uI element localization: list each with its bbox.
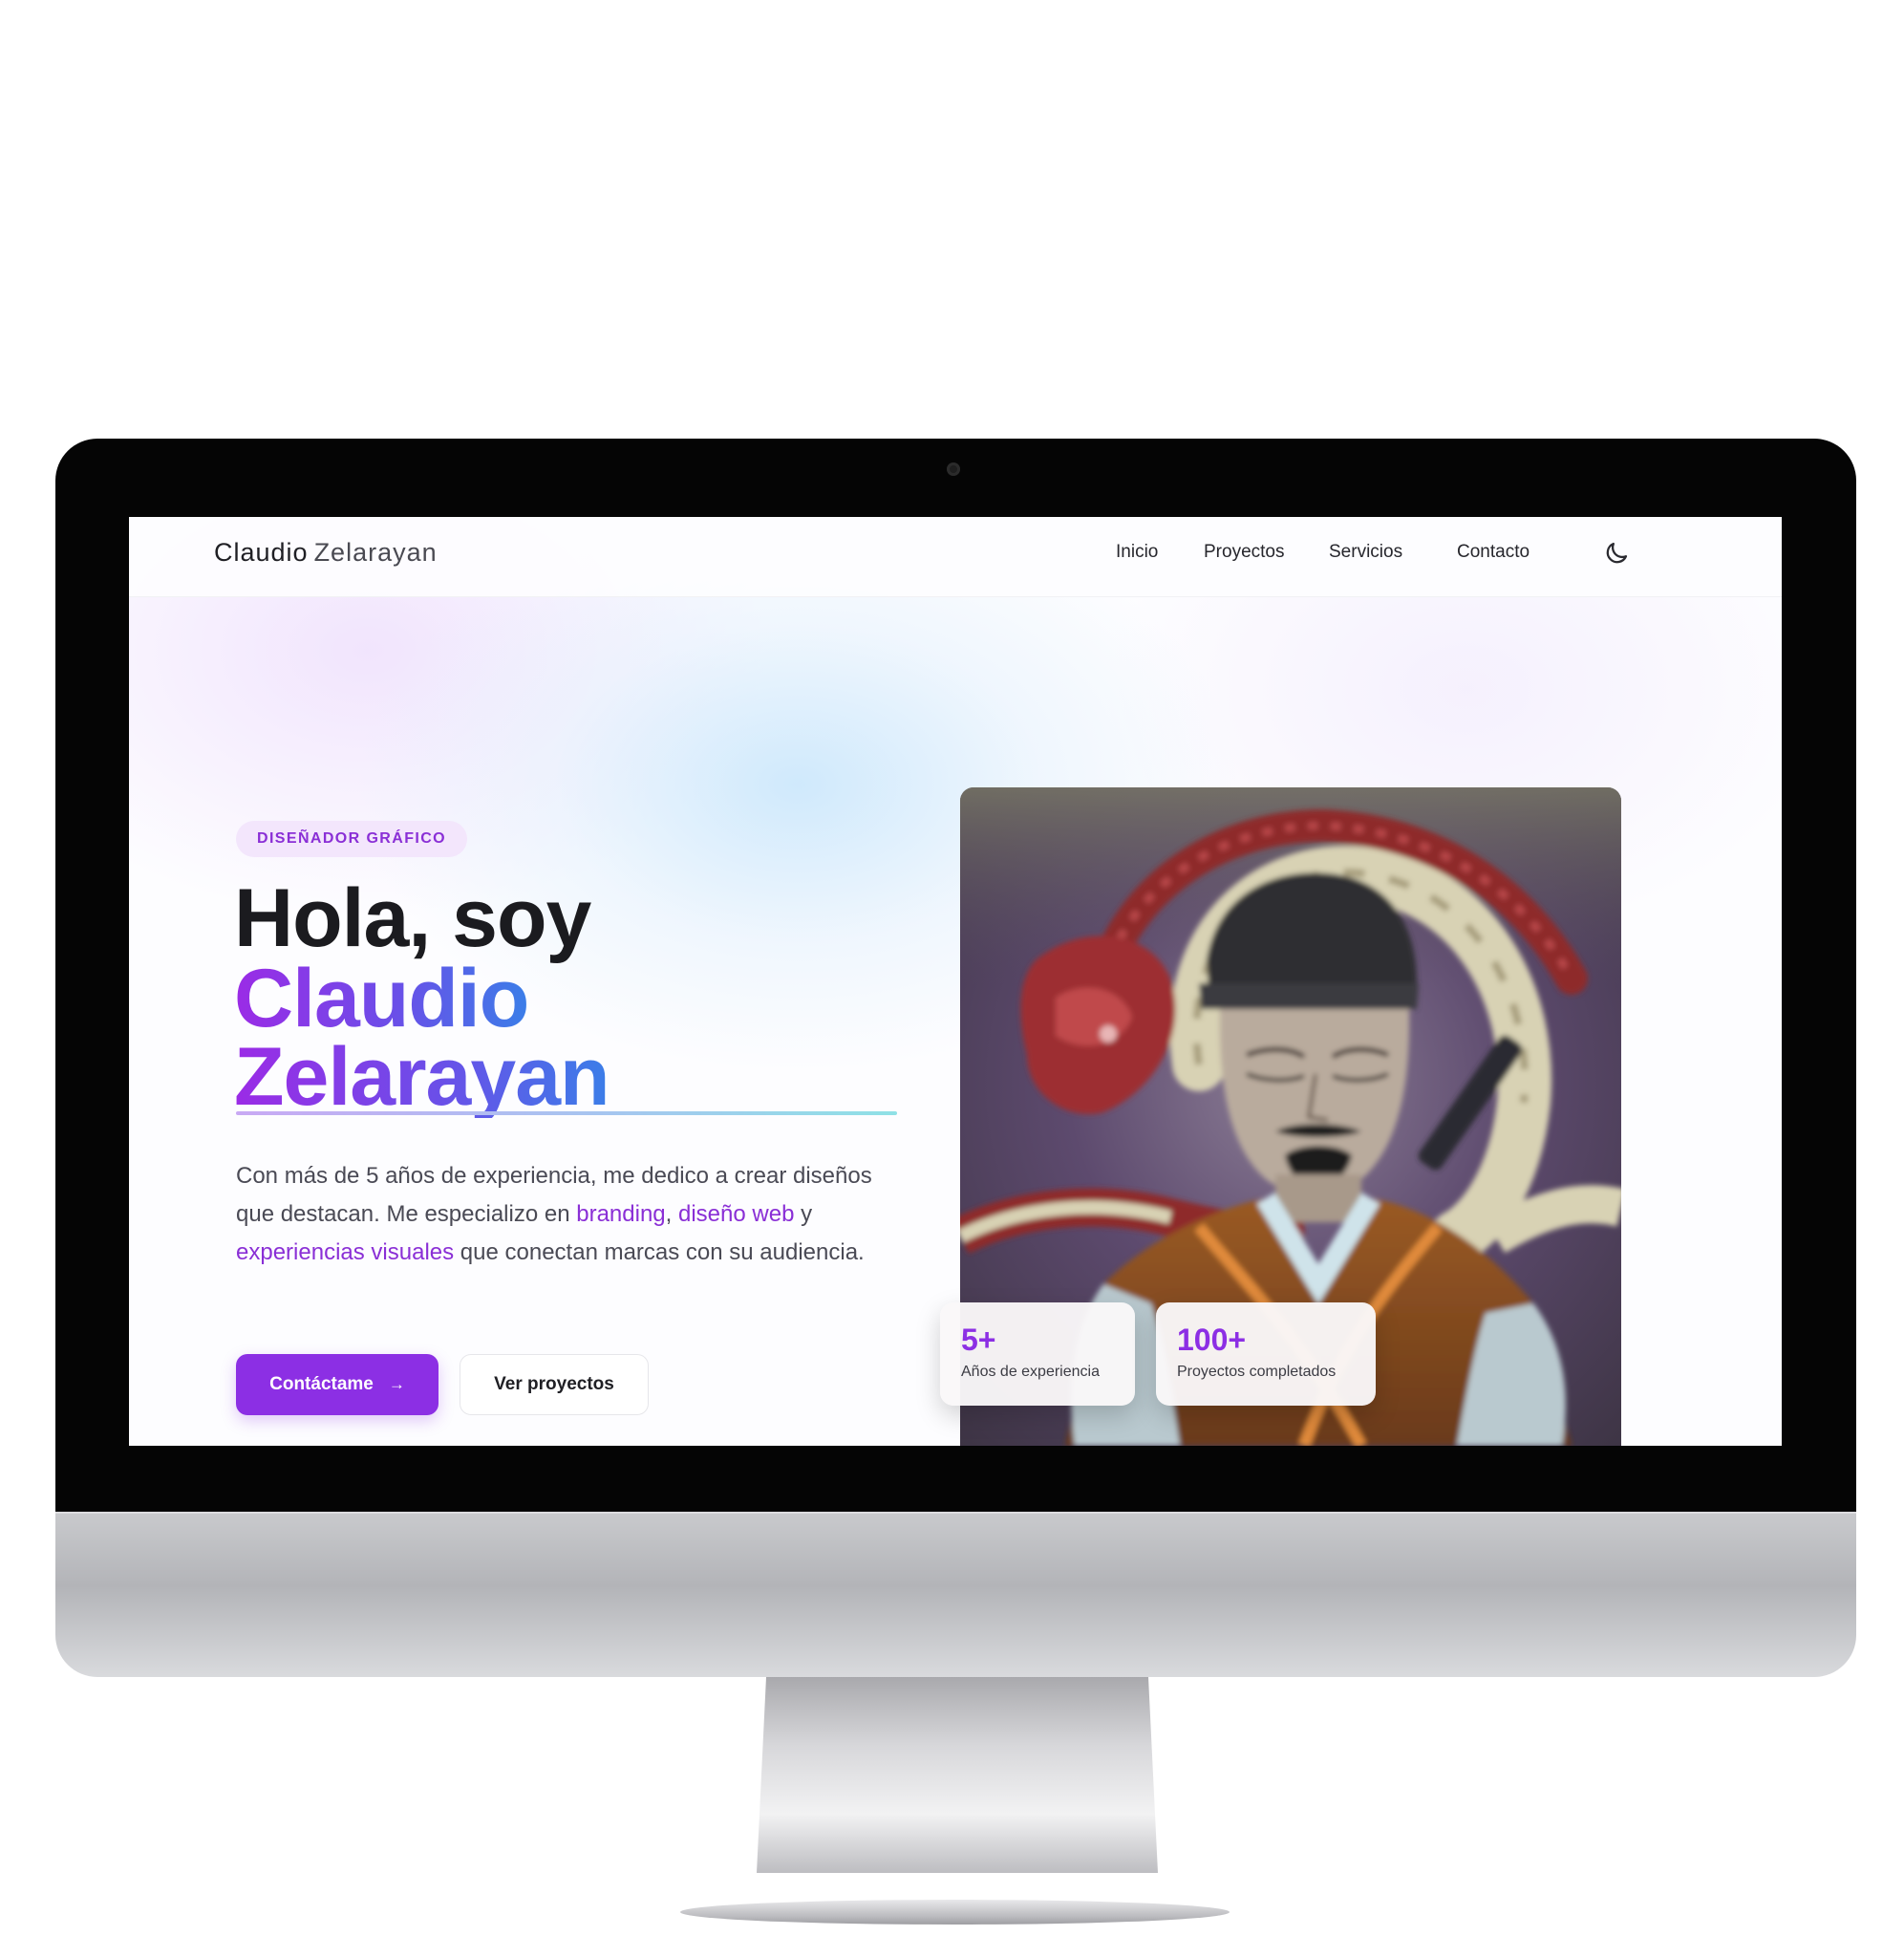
highlight-experiencias: experiencias visuales [236, 1239, 455, 1265]
site-logo[interactable]: Claudio Zelarayan [214, 538, 438, 568]
screen: Claudio Zelarayan Inicio Proyectos Servic… [129, 517, 1782, 1446]
highlight-branding: branding [576, 1201, 666, 1227]
highlight-diseno-web: diseño web [678, 1201, 795, 1227]
contact-button[interactable]: Contáctame → [236, 1354, 439, 1415]
stat-label-projects: Proyectos completados [1177, 1364, 1337, 1380]
nav-link-inicio[interactable]: Inicio [1116, 542, 1158, 563]
hero-title-first-name: Claudio [234, 953, 529, 1044]
nav-link-proyectos[interactable]: Proyectos [1204, 542, 1284, 563]
monitor-stand-neck [757, 1677, 1158, 1873]
monitor-stand-base [680, 1900, 1230, 1925]
nav-link-contacto[interactable]: Contacto [1457, 542, 1530, 563]
view-projects-button[interactable]: Ver proyectos [460, 1354, 649, 1415]
view-projects-label: Ver proyectos [494, 1374, 614, 1394]
arrow-right-icon: → [388, 1375, 405, 1393]
intro-text-2: que conectan marcas con su audiencia. [454, 1239, 865, 1265]
intro-separator-1: , [665, 1201, 678, 1227]
logo-first-name: Claudio [214, 538, 309, 567]
contact-button-label: Contáctame [269, 1374, 374, 1394]
moon-icon[interactable] [1602, 539, 1631, 568]
role-badge: DISEÑADOR GRÁFICO [236, 821, 468, 857]
stat-label-experience: Años de experiencia [961, 1364, 1100, 1380]
monitor-chin [55, 1512, 1856, 1677]
logo-last-name: Zelarayan [313, 538, 438, 567]
hero-intro: Con más de 5 años de experiencia, me ded… [236, 1157, 905, 1272]
chin-divider [55, 1512, 1856, 1514]
stat-value-projects: 100+ [1177, 1323, 1247, 1357]
stat-value-experience: 5+ [961, 1323, 996, 1357]
hero-title-greeting: Hola, soy [234, 872, 591, 964]
hero-title-last-name: Zelarayan [234, 1031, 610, 1123]
camera-icon [947, 462, 960, 476]
nav-link-servicios[interactable]: Servicios [1329, 542, 1402, 563]
intro-separator-2: y [794, 1201, 813, 1227]
navbar: Claudio Zelarayan Inicio Proyectos Servic… [129, 517, 1782, 597]
title-underline [236, 1111, 897, 1115]
stat-card-experience: 5+ Años de experiencia [940, 1302, 1135, 1406]
stat-card-projects: 100+ Proyectos completados [1156, 1302, 1376, 1406]
